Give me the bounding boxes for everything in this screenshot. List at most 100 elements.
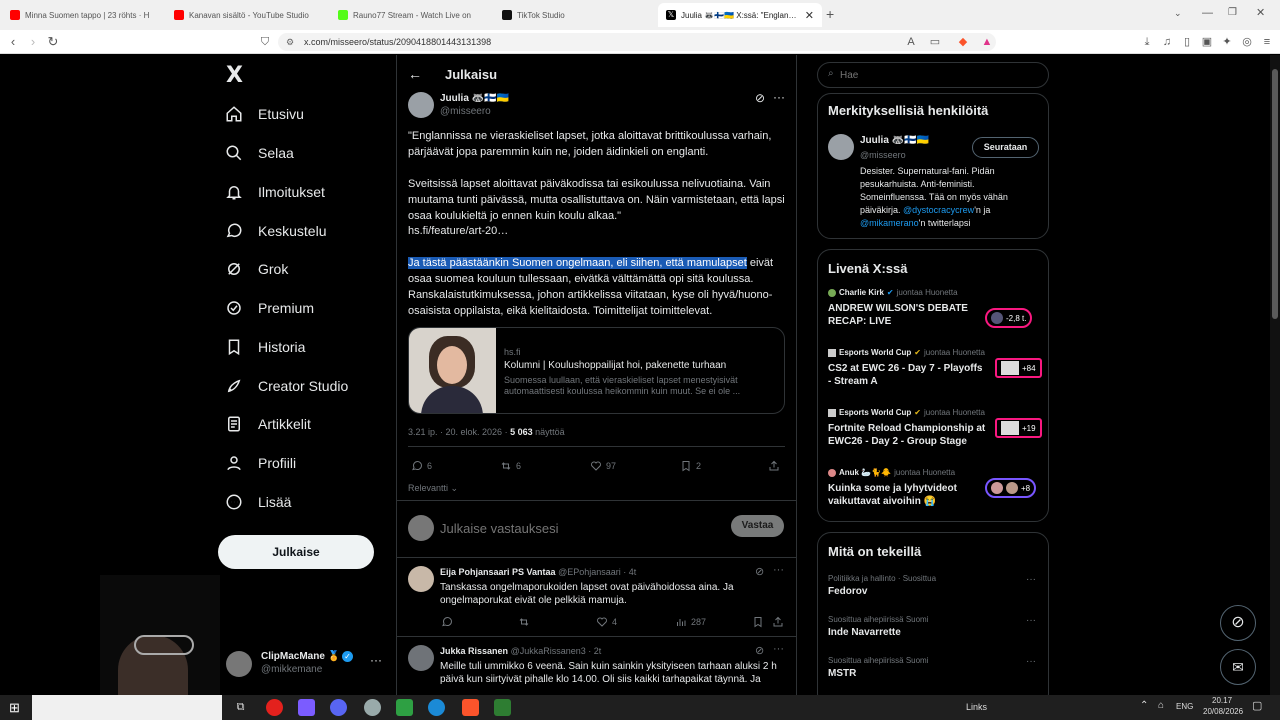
tweet-author-name[interactable]: Juulia 🦝🇫🇮🇺🇦 (440, 93, 509, 104)
tweet-more-icon[interactable]: ··· (773, 90, 785, 104)
restore-icon[interactable]: ❐ (1228, 7, 1237, 18)
bookmark-action[interactable]: 2 (680, 460, 701, 472)
share-action[interactable] (768, 460, 780, 472)
trend-item[interactable]: Suosittua aihepiirissä Suomi Inde Navarr… (828, 615, 1040, 638)
bookmark-page-icon[interactable]: ⛉ (256, 33, 274, 51)
post-button[interactable]: Julkaise (218, 535, 374, 569)
account-switcher[interactable]: ClipMacMane 🏅 ✓ @mikkemane ··· (226, 647, 396, 677)
reply-more-icon[interactable]: ··· (773, 564, 784, 576)
links-toolbar[interactable]: Links (966, 702, 987, 712)
close-tab-icon[interactable]: ✕ (805, 9, 814, 22)
forward-arrow-icon[interactable]: › (24, 33, 42, 51)
nav-item-more[interactable]: Lisää (224, 487, 291, 517)
browser-tab[interactable]: Kanavan sisältö - YouTube Studio (166, 3, 330, 27)
clock-date[interactable]: 20/08/2026 (1203, 707, 1243, 716)
trend-item[interactable]: Politiikka ja hallinto · Suosittua Fedor… (828, 574, 1040, 597)
browser-tab-active[interactable]: 𝕏 Juulia 🦝🇫🇮🇺🇦 X:ssä: "Englanniss ✕ (658, 3, 822, 27)
windows-start-icon[interactable]: ⊞ (6, 699, 23, 716)
live-item[interactable]: Esports World Cup ✔ juontaa Huonetta Fortn… (828, 408, 1042, 458)
back-arrow-icon[interactable]: ‹ (4, 33, 22, 51)
grok-explain-icon[interactable]: ⊘ (755, 565, 764, 578)
download-icon[interactable]: ⤓ (1140, 35, 1154, 49)
trend-item[interactable]: Suosittua aihepiirissä Suomi MSTR ··· (828, 656, 1040, 679)
edge-icon[interactable] (428, 699, 445, 716)
tweet-author-handle[interactable]: @misseero (440, 106, 491, 117)
avatar[interactable] (408, 566, 434, 592)
cast-icon[interactable]: ▭ (928, 35, 942, 49)
live-item[interactable]: Anuk 🦢🐈🐥 juontaa Huonetta Kuinka some ja … (828, 468, 1040, 518)
browser-tab[interactable]: TikTok Studio (494, 3, 658, 27)
nav-item-home[interactable]: Etusivu (224, 99, 304, 129)
repost-action[interactable] (518, 616, 530, 628)
scrollbar-thumb[interactable] (1272, 69, 1278, 319)
menu-icon[interactable]: ≡ (1260, 35, 1274, 49)
brave-rewards-icon[interactable]: ▲ (980, 35, 994, 49)
like-action[interactable]: 4 (596, 616, 617, 628)
new-tab-button[interactable]: + (826, 6, 834, 22)
person-name[interactable]: Juulia 🦝🇫🇮🇺🇦 (860, 135, 929, 146)
translate-icon[interactable]: A (904, 35, 918, 49)
views-action[interactable]: 287 (675, 616, 706, 628)
nav-item-grok[interactable]: Grok (224, 254, 288, 284)
tweet-link[interactable]: hs.fi/feature/art-20… (408, 223, 508, 239)
steam-icon[interactable] (364, 699, 381, 716)
network-icon[interactable]: ⌂ (1158, 700, 1164, 711)
discord-icon[interactable] (330, 699, 347, 716)
trend-more-icon[interactable]: ··· (1026, 656, 1036, 667)
tweet-author-avatar[interactable] (408, 92, 434, 118)
taskbar-search-box[interactable] (32, 695, 222, 720)
back-arrow-icon[interactable]: ← (408, 66, 422, 82)
share-action[interactable] (772, 616, 784, 628)
app-icon[interactable] (298, 699, 315, 716)
browser-tab[interactable]: Minna Suomen tappo | 23 röhts · H (2, 3, 166, 27)
reply-more-icon[interactable]: ··· (773, 643, 784, 655)
clock-time[interactable]: 20.17 (1212, 696, 1232, 705)
avatar[interactable] (408, 645, 434, 671)
nav-item-articles[interactable]: Artikkelit (224, 409, 311, 439)
sidebar-icon[interactable]: ▯ (1180, 35, 1194, 49)
app-icon[interactable] (494, 699, 511, 716)
reply-button[interactable]: Vastaa (731, 515, 784, 537)
sort-dropdown[interactable]: Relevantti ⌄ (408, 483, 458, 494)
avatar[interactable] (828, 134, 854, 160)
trend-more-icon[interactable]: ··· (1026, 574, 1036, 585)
opera-icon[interactable] (266, 699, 283, 716)
brave-shield-icon[interactable]: ◆ (956, 35, 970, 49)
repost-action[interactable]: 6 (500, 460, 521, 472)
grok-fab-icon[interactable]: ⊘ (1220, 605, 1256, 641)
language-indicator[interactable]: ENG (1176, 702, 1193, 711)
like-action[interactable]: 97 (590, 460, 616, 472)
live-item[interactable]: Charlie Kirk ✔ juontaa Huonetta ANDREW WIL… (828, 288, 1040, 338)
grok-explain-icon[interactable]: ⊘ (755, 644, 764, 657)
reply-action[interactable]: 6 (411, 460, 432, 472)
search-box[interactable]: ⌕ (817, 62, 1049, 88)
messages-fab-icon[interactable]: ✉ (1220, 649, 1256, 685)
tab-list-chevron-icon[interactable]: ⌄ (1174, 8, 1182, 19)
media-icon[interactable]: ♫ (1160, 35, 1174, 49)
nav-item-explore[interactable]: Selaa (224, 138, 294, 168)
reply-action[interactable] (441, 616, 453, 628)
bookmark-action[interactable] (752, 616, 764, 628)
minimize-icon[interactable]: — (1202, 7, 1213, 19)
reply-input[interactable] (440, 517, 710, 539)
nav-item-profile[interactable]: Profiili (224, 448, 296, 478)
browser-tab[interactable]: Rauno77 Stream - Watch Live on (330, 3, 494, 27)
wallet-icon[interactable]: ▣ (1200, 35, 1214, 49)
person-handle[interactable]: @misseero (860, 150, 906, 160)
nav-item-messages[interactable]: Keskustelu (224, 216, 326, 246)
x-logo-icon[interactable]: X (226, 63, 243, 88)
page-scrollbar[interactable] (1270, 55, 1280, 695)
task-view-icon[interactable]: ⧉ (232, 699, 249, 716)
account-more-icon[interactable]: ··· (370, 653, 382, 667)
app-icon[interactable] (396, 699, 413, 716)
live-item[interactable]: Esports World Cup ✔ juontaa Huonetta CS2 a… (828, 348, 1042, 398)
trend-more-icon[interactable]: ··· (1026, 615, 1036, 626)
brave-icon[interactable] (462, 699, 479, 716)
vpn-icon[interactable]: ◎ (1240, 35, 1254, 49)
reload-icon[interactable]: ↻ (44, 33, 62, 51)
notifications-icon[interactable]: ▢ (1252, 699, 1262, 712)
close-window-icon[interactable]: ✕ (1256, 6, 1265, 19)
nav-item-bookmarks[interactable]: Historia (224, 332, 305, 362)
grok-explain-icon[interactable]: ⊘ (755, 91, 765, 105)
following-button[interactable]: Seurataan (972, 137, 1039, 158)
